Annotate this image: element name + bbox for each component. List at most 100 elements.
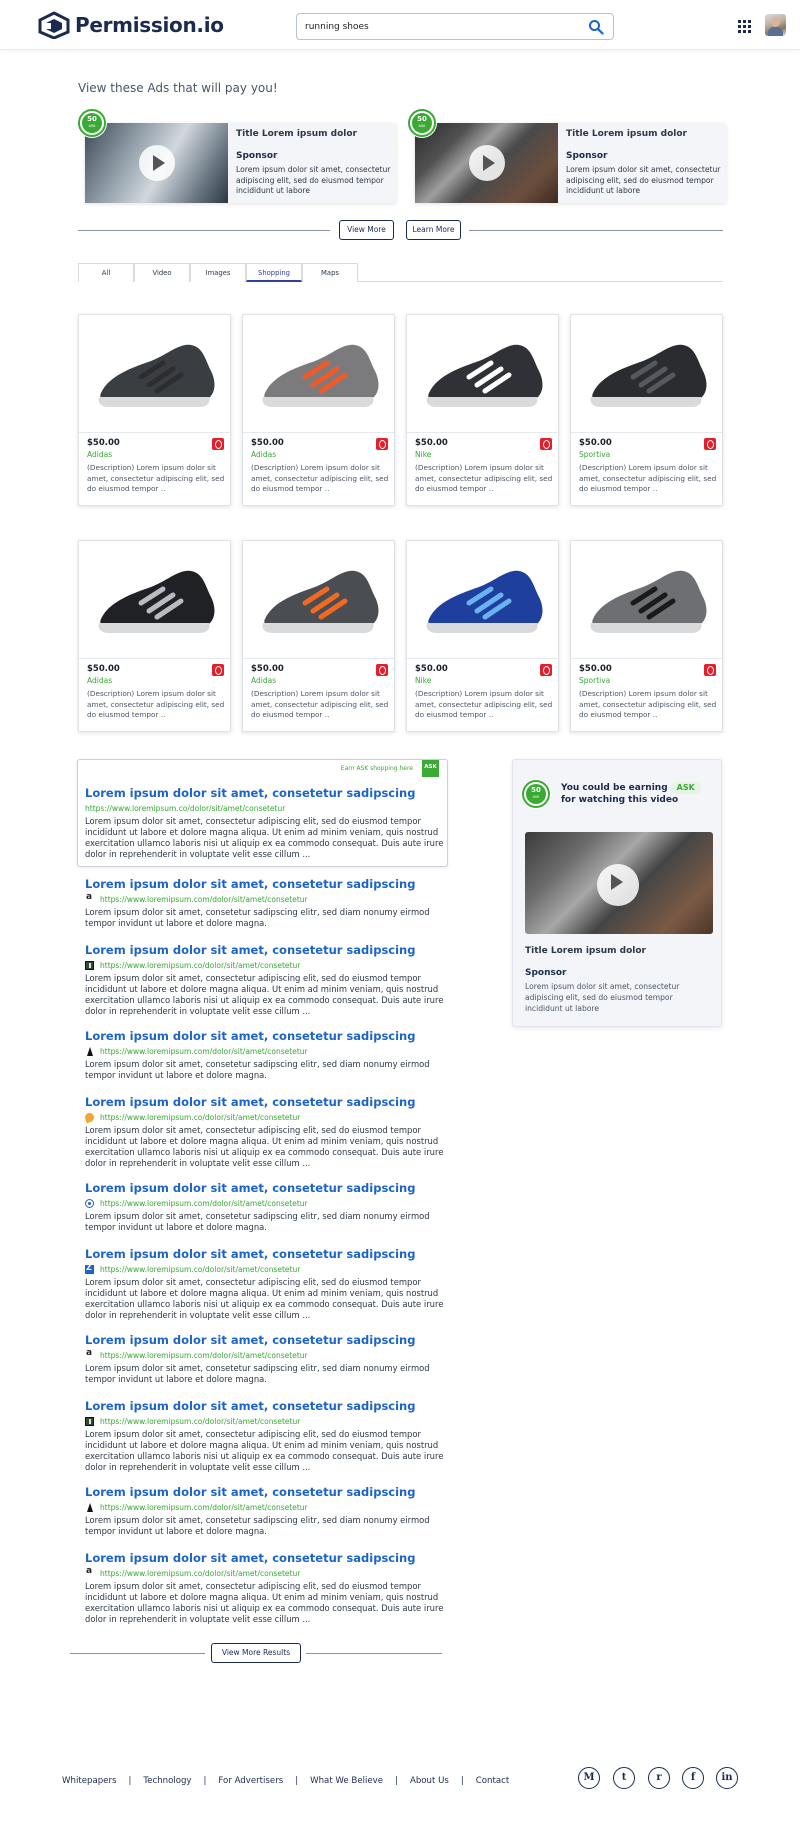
facebook-icon[interactable]: f: [682, 1767, 704, 1789]
play-icon[interactable]: [469, 145, 505, 181]
result-title[interactable]: Lorem ipsum dolor sit amet, consetetur s…: [85, 1095, 455, 1109]
product-card[interactable]: $50.00 Adidas (Description) Lorem ipsum do…: [78, 314, 231, 506]
result-title[interactable]: Lorem ipsum dolor sit amet, consetetur s…: [85, 1181, 455, 1195]
product-card[interactable]: $50.00 Nike (Description) Lorem ipsum dolo…: [406, 540, 559, 732]
tab-maps[interactable]: Maps: [302, 263, 358, 282]
reward-badge: 50 ASK: [408, 109, 436, 137]
result-description: Lorem ipsum dolor sit amet, consetetur s…: [85, 1515, 430, 1536]
search-icon[interactable]: [588, 19, 604, 35]
result-url[interactable]: https://www.loremipsum.com/dolor/sit/ame…: [100, 895, 308, 904]
footer-link-technology[interactable]: Technology: [143, 1776, 191, 1786]
result-title[interactable]: Lorem ipsum dolor sit amet, consetetur s…: [85, 943, 455, 957]
product-card[interactable]: $50.00 Adidas (Description) Lorem ipsum do…: [242, 540, 395, 732]
product-card[interactable]: $50.00 Sportiva (Description) Lorem ipsum …: [570, 540, 723, 732]
product-card[interactable]: $50.00 Adidas (Description) Lorem ipsum do…: [242, 314, 395, 506]
ad-title[interactable]: Title Lorem ipsum dolor: [236, 129, 357, 139]
product-image[interactable]: [407, 315, 558, 433]
product-image[interactable]: [79, 315, 230, 433]
tab-all[interactable]: All: [78, 263, 134, 282]
result-title[interactable]: Lorem ipsum dolor sit amet, consetetur s…: [85, 1333, 455, 1347]
result-url[interactable]: https://www.loremipsum.com/dolor/sit/ame…: [100, 1047, 308, 1056]
result-title[interactable]: Lorem ipsum dolor sit amet, consetetur s…: [85, 1551, 455, 1565]
product-brand[interactable]: Adidas: [87, 676, 112, 685]
tab-video[interactable]: Video: [134, 263, 190, 282]
result-title[interactable]: Lorem ipsum dolor sit amet, consetetur s…: [85, 1485, 455, 1499]
footer-link-what-we-believe[interactable]: What We Believe: [310, 1776, 383, 1786]
store-logo-icon[interactable]: [540, 664, 552, 676]
product-brand[interactable]: Sportiva: [579, 450, 610, 459]
product-brand[interactable]: Nike: [415, 676, 431, 685]
product-brand[interactable]: Adidas: [251, 450, 276, 459]
result-url[interactable]: https://www.loremipsum.co/dolor/sit/amet…: [100, 961, 300, 970]
side-video-ad[interactable]: 50 ASK You could be earning ASKfor watchin…: [512, 759, 722, 1027]
product-brand[interactable]: Sportiva: [579, 676, 610, 685]
store-logo-icon[interactable]: [376, 438, 388, 450]
store-logo-icon[interactable]: [704, 664, 716, 676]
product-brand[interactable]: Adidas: [251, 676, 276, 685]
reward-badge: 50 ASK: [522, 780, 550, 808]
product-card[interactable]: $50.00 Adidas (Description) Lorem ipsum do…: [78, 540, 231, 732]
product-card[interactable]: $50.00 Nike (Description) Lorem ipsum dolo…: [406, 314, 559, 506]
result-title[interactable]: Lorem ipsum dolor sit amet, consetetur s…: [85, 877, 455, 891]
store-logo-icon[interactable]: [212, 438, 224, 450]
product-image[interactable]: [571, 315, 722, 433]
result-description: Lorem ipsum dolor sit amet, consectetur …: [85, 1277, 444, 1320]
search-box[interactable]: [296, 13, 614, 40]
result-url[interactable]: https://www.loremipsum.com/dolor/sit/ame…: [100, 1503, 308, 1512]
product-image[interactable]: [243, 315, 394, 433]
ad-card[interactable]: Title Lorem ipsum dolor Sponsor Lorem ip…: [415, 123, 726, 203]
medium-icon[interactable]: M: [578, 1767, 600, 1789]
apps-grid-icon[interactable]: [738, 20, 751, 33]
avatar[interactable]: [765, 14, 786, 36]
result-url[interactable]: https://www.loremipsum.com/dolor/sit/ame…: [100, 1351, 308, 1360]
result-title[interactable]: Lorem ipsum dolor sit amet, consetetur s…: [85, 786, 445, 800]
store-logo-icon[interactable]: [212, 664, 224, 676]
tab-shopping[interactable]: Shopping: [246, 263, 302, 282]
result-url[interactable]: https://www.loremipsum.co/dolor/sit/amet…: [100, 1265, 300, 1274]
product-brand[interactable]: Adidas: [87, 450, 112, 459]
ad-title[interactable]: Title Lorem ipsum dolor: [566, 129, 687, 139]
footer-link-contact[interactable]: Contact: [476, 1776, 509, 1786]
play-icon[interactable]: [139, 145, 175, 181]
search-result: Lorem ipsum dolor sit amet, consetetur s…: [85, 877, 455, 929]
footer-link-whitepapers[interactable]: Whitepapers: [62, 1776, 116, 1786]
footer-link-about-us[interactable]: About Us: [410, 1776, 449, 1786]
ad-card[interactable]: Title Lorem ipsum dolor Sponsor Lorem ip…: [85, 123, 396, 203]
side-ad-title[interactable]: Title Lorem ipsum dolor: [525, 946, 646, 956]
play-icon[interactable]: [597, 864, 639, 906]
product-image[interactable]: [243, 541, 394, 659]
featured-result[interactable]: Earn ASK shopping here ASK Lorem ipsum d…: [77, 759, 448, 867]
store-logo-icon[interactable]: [704, 438, 716, 450]
ad-video-thumbnail[interactable]: [415, 123, 558, 203]
learn-more-button[interactable]: Learn More: [406, 220, 461, 240]
result-url[interactable]: https://www.loremipsum.co/dolor/sit/amet…: [100, 1113, 300, 1122]
result-title[interactable]: Lorem ipsum dolor sit amet, consetetur s…: [85, 1029, 455, 1043]
book-favicon-icon: [85, 1416, 94, 1426]
result-title[interactable]: Lorem ipsum dolor sit amet, consetetur s…: [85, 1399, 455, 1413]
result-url[interactable]: https://www.loremipsum.co/dolor/sit/amet…: [85, 804, 285, 813]
reddit-icon[interactable]: r: [648, 1767, 670, 1789]
product-card[interactable]: $50.00 Sportiva (Description) Lorem ipsum …: [570, 314, 723, 506]
tab-images[interactable]: Images: [190, 263, 246, 282]
search-input[interactable]: [305, 18, 575, 36]
view-more-results-button[interactable]: View More Results: [211, 1643, 301, 1663]
store-logo-icon[interactable]: [540, 438, 552, 450]
linkedin-icon[interactable]: in: [716, 1767, 738, 1789]
logo[interactable]: Permission.io: [37, 11, 224, 39]
product-image[interactable]: [571, 541, 722, 659]
footer-link-advertisers[interactable]: For Advertisers: [218, 1776, 283, 1786]
product-price: $50.00: [415, 438, 448, 448]
result-url[interactable]: https://www.loremipsum.co/dolor/sit/amet…: [100, 1569, 300, 1578]
product-image[interactable]: [79, 541, 230, 659]
result-url[interactable]: https://www.loremipsum.com/dolor/sit/ame…: [100, 1199, 308, 1208]
view-more-button[interactable]: View More: [339, 220, 394, 240]
side-video-thumbnail[interactable]: [525, 832, 713, 934]
store-logo-icon[interactable]: [376, 664, 388, 676]
product-image[interactable]: [407, 541, 558, 659]
result-url[interactable]: https://www.loremipsum.co/dolor/sit/amet…: [100, 1417, 300, 1426]
twitter-icon[interactable]: t: [613, 1767, 635, 1789]
ad-video-thumbnail[interactable]: [85, 123, 228, 203]
product-brand[interactable]: Nike: [415, 450, 431, 459]
product-description: (Description) Lorem ipsum dolor sit amet…: [87, 463, 225, 493]
result-title[interactable]: Lorem ipsum dolor sit amet, consetetur s…: [85, 1247, 455, 1261]
